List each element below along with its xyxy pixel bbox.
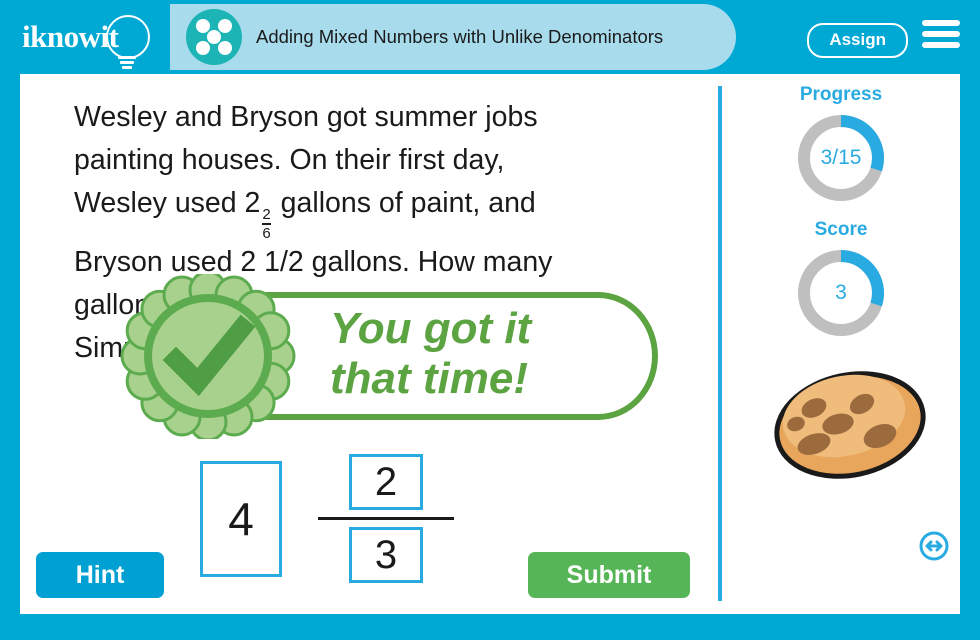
score-value: 3 [835, 281, 847, 304]
dice-five-icon [186, 9, 242, 65]
cookie-icon [770, 366, 930, 484]
hint-button[interactable]: Hint [36, 552, 164, 598]
lesson-card: Wesley and Bryson got summer jobs painti… [20, 74, 960, 614]
stats-panel: Progress 3/15 Score 3 [722, 74, 960, 614]
question-text: Wesley and Bryson got summer jobs painti… [74, 96, 694, 370]
denominator-input[interactable]: 3 [349, 527, 423, 583]
inline-fraction-numerator: 2 [262, 205, 271, 223]
score-stat: Score 3 [722, 219, 960, 339]
progress-value: 3/15 [820, 146, 862, 169]
question-line-2: painting houses. On their first day, [74, 144, 505, 176]
fraction-input-group: 2 3 [318, 454, 454, 583]
logo-text: iknowit [22, 19, 119, 54]
hamburger-menu-icon[interactable] [922, 20, 962, 54]
iknowit-lesson-app: iknowit Adding Mixed Numbers with Unlike… [0, 0, 980, 640]
fraction-bar [318, 517, 454, 520]
question-line-4: Bryson used 2 1/2 gallons. How many [74, 245, 553, 278]
app-header: iknowit Adding Mixed Numbers with Unlike… [0, 0, 980, 74]
assign-button[interactable]: Assign [807, 23, 908, 58]
question-line-1: Wesley and Bryson got summer jobs [74, 101, 538, 133]
lesson-title-bar: Adding Mixed Numbers with Unlike Denomin… [170, 4, 736, 70]
question-inline-fraction: 26 [262, 205, 271, 242]
resize-horizontal-icon[interactable] [918, 530, 950, 562]
answer-area: 4 2 3 [200, 454, 454, 583]
progress-donut: 3/15 [795, 112, 887, 204]
lightbulb-base-icon [118, 56, 136, 69]
question-line-5: gallons of paint did they use in all? [74, 288, 510, 321]
question-line-6: Simplify your answer. [74, 331, 344, 364]
whole-number-input[interactable]: 4 [200, 460, 282, 577]
score-donut: 3 [795, 247, 887, 339]
submit-button[interactable]: Submit [528, 552, 690, 598]
lesson-title: Adding Mixed Numbers with Unlike Denomin… [256, 26, 664, 47]
inline-fraction-denominator: 6 [262, 224, 271, 242]
progress-stat: Progress 3/15 [722, 84, 960, 204]
question-line-3-pre: Wesley used 2 [74, 187, 261, 219]
question-line-3-post: gallons of paint, and [280, 187, 536, 219]
iknowit-logo[interactable]: iknowit [22, 12, 162, 69]
progress-label: Progress [799, 84, 883, 105]
numerator-input[interactable]: 2 [349, 454, 423, 510]
score-label: Score [814, 219, 868, 240]
